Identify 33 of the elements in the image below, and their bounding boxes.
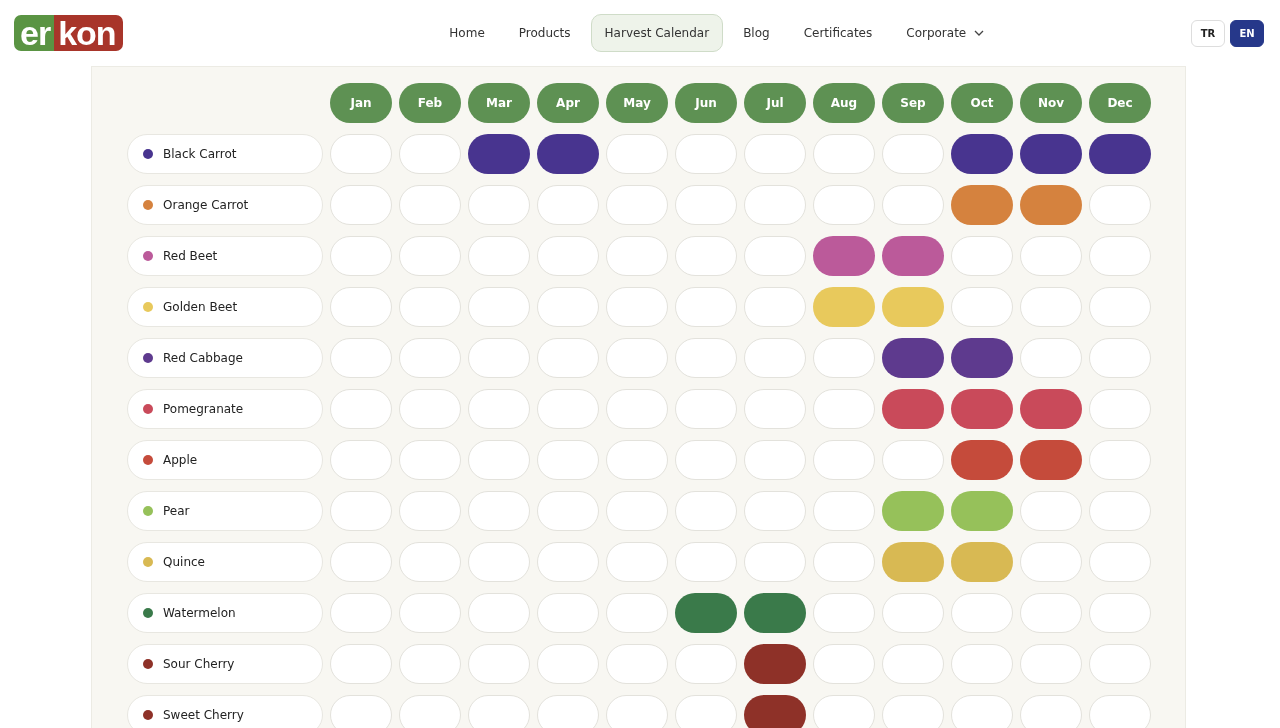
month-header: Feb <box>399 83 461 123</box>
nav-link[interactable]: Products <box>504 14 585 52</box>
chevron-icon <box>974 30 985 36</box>
month-header: May <box>606 83 668 123</box>
nav-link[interactable]: Blog <box>729 14 784 52</box>
product-name: Apple <box>163 453 198 467</box>
nav-link[interactable]: Harvest Calendar <box>590 14 724 52</box>
month-header: Aug <box>813 83 875 123</box>
product-name: Watermelon <box>163 606 236 620</box>
language-button[interactable]: EN <box>1230 19 1264 47</box>
product-name: Black Carrot <box>163 147 237 161</box>
nav-link[interactable]: Corporate <box>892 14 999 52</box>
product-name: Red Cabbage <box>163 351 243 365</box>
month-header: Dec <box>1089 83 1151 123</box>
product-name: Pear <box>163 504 190 518</box>
product-name: Orange Carrot <box>163 198 249 212</box>
nav-link[interactable]: Home <box>435 14 499 52</box>
product-name: Sweet Cherry <box>163 708 244 722</box>
month-header: Jun <box>675 83 737 123</box>
product-name: Pomegranate <box>163 402 244 416</box>
product-name: Quince <box>163 555 205 569</box>
month-header: Jan <box>330 83 392 123</box>
month-header: Apr <box>537 83 599 123</box>
month-header: Sep <box>882 83 944 123</box>
month-header: Jul <box>744 83 806 123</box>
product-name: Golden Beet <box>163 300 238 314</box>
product-name: Red Beet <box>163 249 218 263</box>
month-header: Mar <box>468 83 530 123</box>
language-button[interactable]: TR <box>1191 19 1225 47</box>
month-header: Nov <box>1020 83 1082 123</box>
nav-link[interactable]: Certificates <box>789 14 887 52</box>
product-name: Sour Cherry <box>163 657 235 671</box>
month-header: Oct <box>951 83 1013 123</box>
